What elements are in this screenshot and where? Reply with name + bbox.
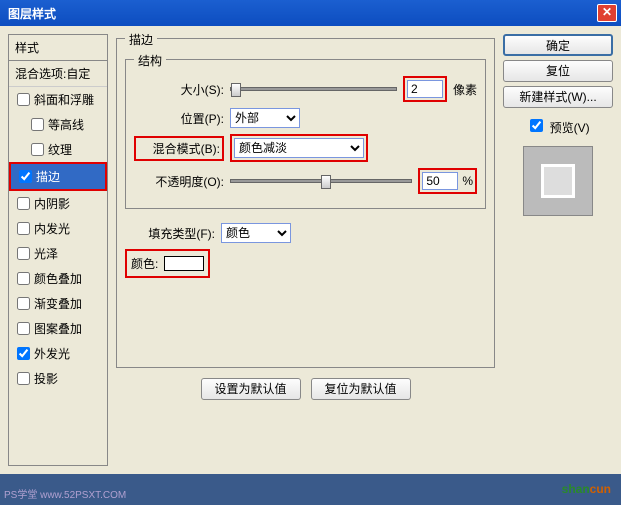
- titlebar: 图层样式 ✕: [0, 0, 621, 26]
- style-checkbox[interactable]: [17, 222, 30, 235]
- style-checkbox[interactable]: [19, 170, 32, 183]
- style-checkbox[interactable]: [17, 372, 30, 385]
- dialog-title: 图层样式: [4, 5, 597, 22]
- position-select[interactable]: 外部: [230, 108, 300, 128]
- preview-box: [523, 146, 593, 216]
- style-checkbox[interactable]: [17, 322, 30, 335]
- style-checkbox[interactable]: [17, 272, 30, 285]
- size-slider[interactable]: [230, 87, 397, 91]
- blend-mode-label: 混合模式(B):: [134, 136, 224, 161]
- style-item[interactable]: 渐变叠加: [9, 291, 107, 316]
- watermark-right: shancun: [562, 476, 611, 499]
- stroke-groupbox: 描边 结构 大小(S): 像素 位置(P): 外部 混合模式(B): 颜色减淡: [116, 38, 495, 368]
- reset-default-button[interactable]: 复位为默认值: [311, 378, 411, 400]
- size-unit: 像素: [453, 81, 477, 98]
- styles-list-panel: 样式 混合选项:自定 斜面和浮雕等高线纹理描边内阴影内发光光泽颜色叠加渐变叠加图…: [8, 34, 108, 466]
- right-panel: 确定 复位 新建样式(W)... 预览(V): [503, 34, 613, 466]
- ok-button[interactable]: 确定: [503, 34, 613, 56]
- reset-button[interactable]: 复位: [503, 60, 613, 82]
- style-item[interactable]: 描边: [11, 164, 105, 189]
- watermark-left: PS学堂 www.52PSXT.COM: [4, 486, 126, 501]
- style-checkbox[interactable]: [31, 118, 44, 131]
- position-label: 位置(P):: [134, 110, 224, 127]
- dialog-body: 样式 混合选项:自定 斜面和浮雕等高线纹理描边内阴影内发光光泽颜色叠加渐变叠加图…: [0, 26, 621, 474]
- style-item[interactable]: 内阴影: [9, 191, 107, 216]
- style-item[interactable]: 内发光: [9, 216, 107, 241]
- color-label: 颜色:: [131, 255, 158, 272]
- blend-mode-row: 混合模式(B): 颜色减淡: [134, 134, 477, 162]
- filltype-row: 填充类型(F): 颜色: [125, 223, 486, 243]
- opacity-row: 不透明度(O): %: [134, 168, 477, 194]
- style-item[interactable]: 颜色叠加: [9, 266, 107, 291]
- styles-header: 样式: [9, 35, 107, 61]
- new-style-button[interactable]: 新建样式(W)...: [503, 86, 613, 108]
- style-checkbox[interactable]: [17, 347, 30, 360]
- style-item[interactable]: 外发光: [9, 341, 107, 366]
- filltype-select[interactable]: 颜色: [221, 223, 291, 243]
- style-checkbox[interactable]: [17, 93, 30, 106]
- style-checkbox[interactable]: [31, 143, 44, 156]
- style-checkbox[interactable]: [17, 197, 30, 210]
- opacity-unit: %: [462, 174, 473, 188]
- style-item[interactable]: 光泽: [9, 241, 107, 266]
- style-item-label: 图案叠加: [34, 320, 82, 337]
- style-item-label: 等高线: [48, 116, 84, 133]
- settings-panel: 描边 结构 大小(S): 像素 位置(P): 外部 混合模式(B): 颜色减淡: [116, 34, 495, 466]
- preview-checkbox-row[interactable]: 预览(V): [526, 116, 589, 136]
- style-item[interactable]: 纹理: [9, 137, 107, 162]
- style-item-label: 内阴影: [34, 195, 70, 212]
- preview-label: 预览(V): [550, 121, 590, 135]
- style-checkbox[interactable]: [17, 297, 30, 310]
- blend-options-item[interactable]: 混合选项:自定: [9, 61, 107, 87]
- color-swatch[interactable]: [164, 256, 204, 271]
- style-item-label: 外发光: [34, 345, 70, 362]
- style-item-label: 颜色叠加: [34, 270, 82, 287]
- style-item-label: 内发光: [34, 220, 70, 237]
- style-item-label: 纹理: [48, 141, 72, 158]
- style-item-label: 描边: [36, 168, 60, 185]
- style-checkbox[interactable]: [17, 247, 30, 260]
- preview-checkbox[interactable]: [530, 119, 543, 132]
- position-row: 位置(P): 外部: [134, 108, 477, 128]
- structure-title: 结构: [134, 52, 166, 69]
- style-item[interactable]: 斜面和浮雕: [9, 87, 107, 112]
- opacity-slider[interactable]: [230, 179, 412, 183]
- size-label: 大小(S):: [134, 81, 224, 98]
- style-item-label: 光泽: [34, 245, 58, 262]
- style-item[interactable]: 等高线: [9, 112, 107, 137]
- size-input[interactable]: [407, 80, 443, 98]
- style-item[interactable]: 投影: [9, 366, 107, 391]
- blend-mode-select[interactable]: 颜色减淡: [234, 138, 364, 158]
- size-row: 大小(S): 像素: [134, 76, 477, 102]
- close-button[interactable]: ✕: [597, 4, 617, 22]
- style-item[interactable]: 图案叠加: [9, 316, 107, 341]
- panel-title: 描边: [125, 31, 157, 48]
- style-item-label: 斜面和浮雕: [34, 91, 94, 108]
- structure-groupbox: 结构 大小(S): 像素 位置(P): 外部 混合模式(B): 颜色减淡 不透明…: [125, 59, 486, 209]
- opacity-input[interactable]: [422, 172, 458, 190]
- style-item-label: 投影: [34, 370, 58, 387]
- style-item-label: 渐变叠加: [34, 295, 82, 312]
- set-default-button[interactable]: 设置为默认值: [201, 378, 301, 400]
- color-row: 颜色:: [125, 249, 486, 278]
- opacity-label: 不透明度(O):: [134, 173, 224, 190]
- filltype-label: 填充类型(F):: [125, 225, 215, 242]
- preview-swatch: [541, 164, 575, 198]
